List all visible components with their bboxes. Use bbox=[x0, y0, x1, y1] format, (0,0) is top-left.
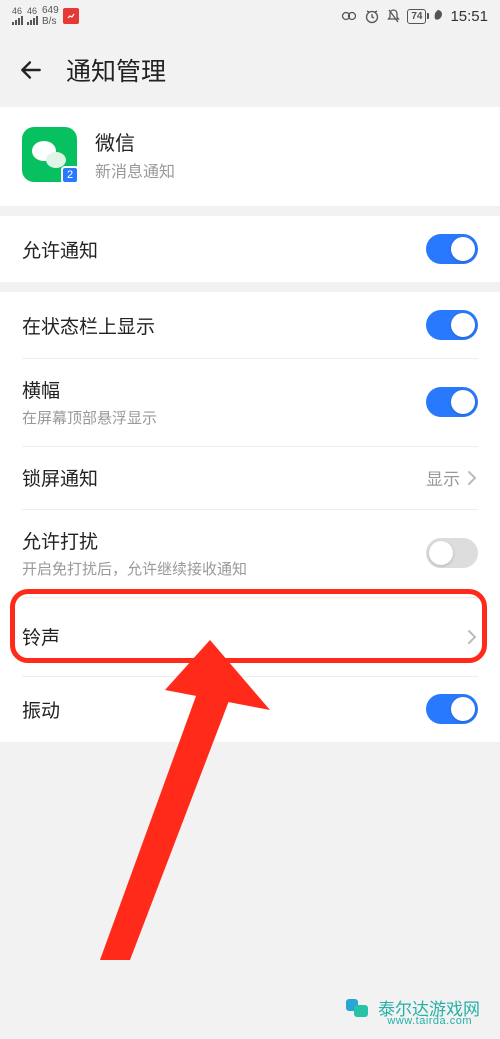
toggle-banner[interactable] bbox=[426, 387, 478, 417]
wechat-app-icon: 2 bbox=[22, 127, 77, 182]
page-header: 通知管理 bbox=[0, 32, 500, 107]
row-statusbar[interactable]: 在状态栏上显示 bbox=[0, 292, 500, 358]
toggle-disturb[interactable] bbox=[426, 538, 478, 568]
app-name: 微信 bbox=[95, 127, 175, 156]
net-speed-value: 649 bbox=[42, 5, 59, 16]
watermark-url: www.tairda.com bbox=[387, 1015, 472, 1027]
section-display: 在状态栏上显示 横幅 在屏幕顶部悬浮显示 锁屏通知 显示 允许打扰 开启免打扰后… bbox=[0, 292, 500, 742]
row-label: 允许通知 bbox=[22, 236, 98, 263]
bell-mute-icon bbox=[386, 8, 401, 24]
watermark: 泰尔达游戏网 www.tairda.com bbox=[338, 989, 486, 1025]
page-title: 通知管理 bbox=[66, 52, 166, 88]
signal-2: 46 bbox=[27, 7, 38, 25]
toggle-allow-notify[interactable] bbox=[426, 234, 478, 264]
row-label: 锁屏通知 bbox=[22, 464, 98, 491]
row-lockscreen[interactable]: 锁屏通知 显示 bbox=[0, 446, 500, 509]
row-value: 显示 bbox=[426, 465, 460, 490]
toggle-statusbar[interactable] bbox=[426, 310, 478, 340]
chevron-right-icon bbox=[466, 469, 478, 487]
status-left: 46 46 649 B/s bbox=[12, 5, 79, 27]
row-allow-notify[interactable]: 允许通知 bbox=[0, 216, 500, 282]
battery-level: 74 bbox=[411, 11, 422, 22]
row-label: 在状态栏上显示 bbox=[22, 312, 155, 339]
signal-bars-icon bbox=[12, 16, 23, 25]
net-speed: 649 B/s bbox=[42, 5, 59, 27]
eye-care-icon bbox=[340, 9, 358, 23]
chevron-right-icon bbox=[466, 628, 478, 646]
row-vibration[interactable]: 振动 bbox=[0, 676, 500, 742]
status-bar: 46 46 649 B/s 74 15:51 bbox=[0, 0, 500, 32]
section-allow: 允许通知 bbox=[0, 216, 500, 282]
back-arrow-icon[interactable] bbox=[18, 57, 44, 83]
row-sub: 在屏幕顶部悬浮显示 bbox=[22, 407, 157, 428]
toggle-vibration[interactable] bbox=[426, 694, 478, 724]
row-label: 横幅 bbox=[22, 376, 157, 403]
alarm-icon bbox=[364, 8, 380, 24]
row-label: 振动 bbox=[22, 696, 60, 723]
status-right: 74 15:51 bbox=[340, 8, 488, 25]
net-label-2: 46 bbox=[27, 7, 37, 16]
signal-bars-icon-2 bbox=[27, 16, 38, 25]
app-subtitle: 新消息通知 bbox=[95, 158, 175, 182]
app-indicator-icon bbox=[63, 8, 79, 24]
row-ringtone[interactable]: 铃声 bbox=[0, 597, 500, 676]
row-sub: 开启免打扰后，允许继续接收通知 bbox=[22, 558, 247, 579]
signal-1: 46 bbox=[12, 7, 23, 25]
battery-icon: 74 bbox=[407, 9, 426, 24]
app-info-section: 2 微信 新消息通知 bbox=[0, 107, 500, 206]
row-label: 铃声 bbox=[22, 623, 60, 650]
row-disturb[interactable]: 允许打扰 开启免打扰后，允许继续接收通知 bbox=[0, 509, 500, 597]
row-banner[interactable]: 横幅 在屏幕顶部悬浮显示 bbox=[0, 358, 500, 446]
net-label: 46 bbox=[12, 7, 22, 16]
net-speed-unit: B/s bbox=[42, 16, 59, 27]
leaf-icon bbox=[432, 9, 444, 23]
watermark-logo-icon bbox=[344, 993, 372, 1021]
clock-time: 15:51 bbox=[450, 8, 488, 25]
row-label: 允许打扰 bbox=[22, 527, 247, 554]
app-badge: 2 bbox=[61, 166, 79, 184]
